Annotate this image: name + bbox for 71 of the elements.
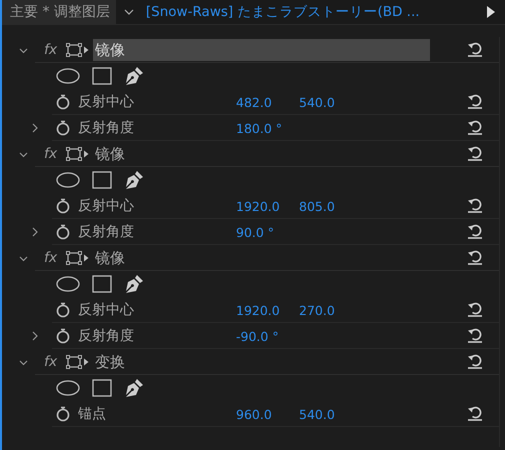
pen-icon[interactable] (124, 274, 144, 294)
chevron-down-icon[interactable] (124, 9, 134, 15)
chevron-icon[interactable] (19, 150, 28, 158)
property-value[interactable]: 960.0 (236, 406, 299, 422)
property-value[interactable]: 482.0 (236, 94, 299, 110)
property-value[interactable]: -90.0 ° (236, 328, 299, 344)
stopwatch-icon[interactable] (56, 406, 70, 422)
pen-icon[interactable] (124, 378, 144, 398)
chevron-icon[interactable] (19, 46, 28, 54)
rectangle-mask-icon[interactable] (92, 67, 112, 85)
chevron-right-icon[interactable] (32, 227, 39, 237)
property-value[interactable]: 90.0 ° (236, 224, 299, 240)
stopwatch-icon[interactable] (56, 94, 70, 110)
transform-box-icon[interactable] (66, 354, 90, 370)
stopwatch-icon[interactable] (56, 328, 70, 344)
pen-icon[interactable] (124, 170, 144, 190)
ellipse-mask-icon[interactable] (56, 68, 80, 84)
effect-name[interactable]: 镜像 (93, 143, 127, 165)
stopwatch-icon[interactable] (56, 224, 70, 240)
ellipse-mask-icon[interactable] (56, 172, 80, 188)
transform-box-icon[interactable] (66, 146, 90, 162)
chevron-icon[interactable] (19, 254, 28, 262)
stopwatch-icon[interactable] (56, 302, 70, 318)
effect-name[interactable]: 变换 (93, 351, 127, 373)
rectangle-mask-icon[interactable] (92, 171, 112, 189)
effect-name[interactable]: 镜像 (93, 247, 127, 269)
property-value[interactable]: 540.0 (299, 94, 362, 110)
reset-icon[interactable] (467, 328, 483, 343)
property-name: 锚点 (78, 405, 107, 423)
chevron-right-icon[interactable] (32, 331, 39, 341)
property-value[interactable]: 1920.0 (236, 198, 299, 214)
fx-toggle[interactable]: fx (44, 42, 66, 58)
property-value[interactable]: 540.0 (299, 406, 362, 422)
transform-box-icon[interactable] (66, 42, 90, 58)
reset-icon[interactable] (467, 224, 483, 239)
ellipse-mask-icon[interactable] (56, 276, 80, 292)
property-name: 反射角度 (78, 223, 135, 241)
reset-icon[interactable] (467, 94, 483, 109)
reset-icon[interactable] (467, 42, 483, 57)
reset-icon[interactable] (467, 406, 483, 421)
property-value[interactable]: 180.0 ° (236, 120, 299, 136)
property-name: 反射角度 (78, 327, 135, 345)
reset-icon[interactable] (467, 146, 483, 161)
source-tab[interactable]: 主要 * 调整图层 (2, 0, 116, 24)
chevron-right-icon[interactable] (32, 123, 39, 133)
fx-toggle[interactable]: fx (44, 146, 66, 162)
reset-icon[interactable] (467, 120, 483, 135)
reset-icon[interactable] (467, 250, 483, 265)
property-value[interactable]: 1920.0 (236, 302, 299, 318)
property-value[interactable]: 270.0 (299, 302, 362, 318)
rectangle-mask-icon[interactable] (92, 275, 112, 293)
property-name: 反射角度 (78, 119, 135, 137)
sequence-title[interactable]: [Snow-Raws] たまこラブストーリー(BD ... (146, 3, 481, 21)
reset-icon[interactable] (467, 198, 483, 213)
ellipse-mask-icon[interactable] (56, 380, 80, 396)
property-name: 反射中心 (78, 301, 135, 319)
effect-name[interactable]: 镜像 (93, 39, 430, 61)
property-name: 反射中心 (78, 93, 135, 111)
chevron-icon[interactable] (19, 358, 28, 366)
property-value[interactable]: 805.0 (299, 198, 362, 214)
rectangle-mask-icon[interactable] (92, 379, 112, 397)
transform-box-icon[interactable] (66, 250, 90, 266)
stopwatch-icon[interactable] (56, 120, 70, 136)
play-icon[interactable] (487, 6, 495, 18)
fx-toggle[interactable]: fx (44, 250, 66, 266)
fx-toggle[interactable]: fx (44, 354, 66, 370)
reset-icon[interactable] (467, 302, 483, 317)
property-name: 反射中心 (78, 197, 135, 215)
reset-icon[interactable] (467, 354, 483, 369)
stopwatch-icon[interactable] (56, 198, 70, 214)
pen-icon[interactable] (124, 66, 144, 86)
